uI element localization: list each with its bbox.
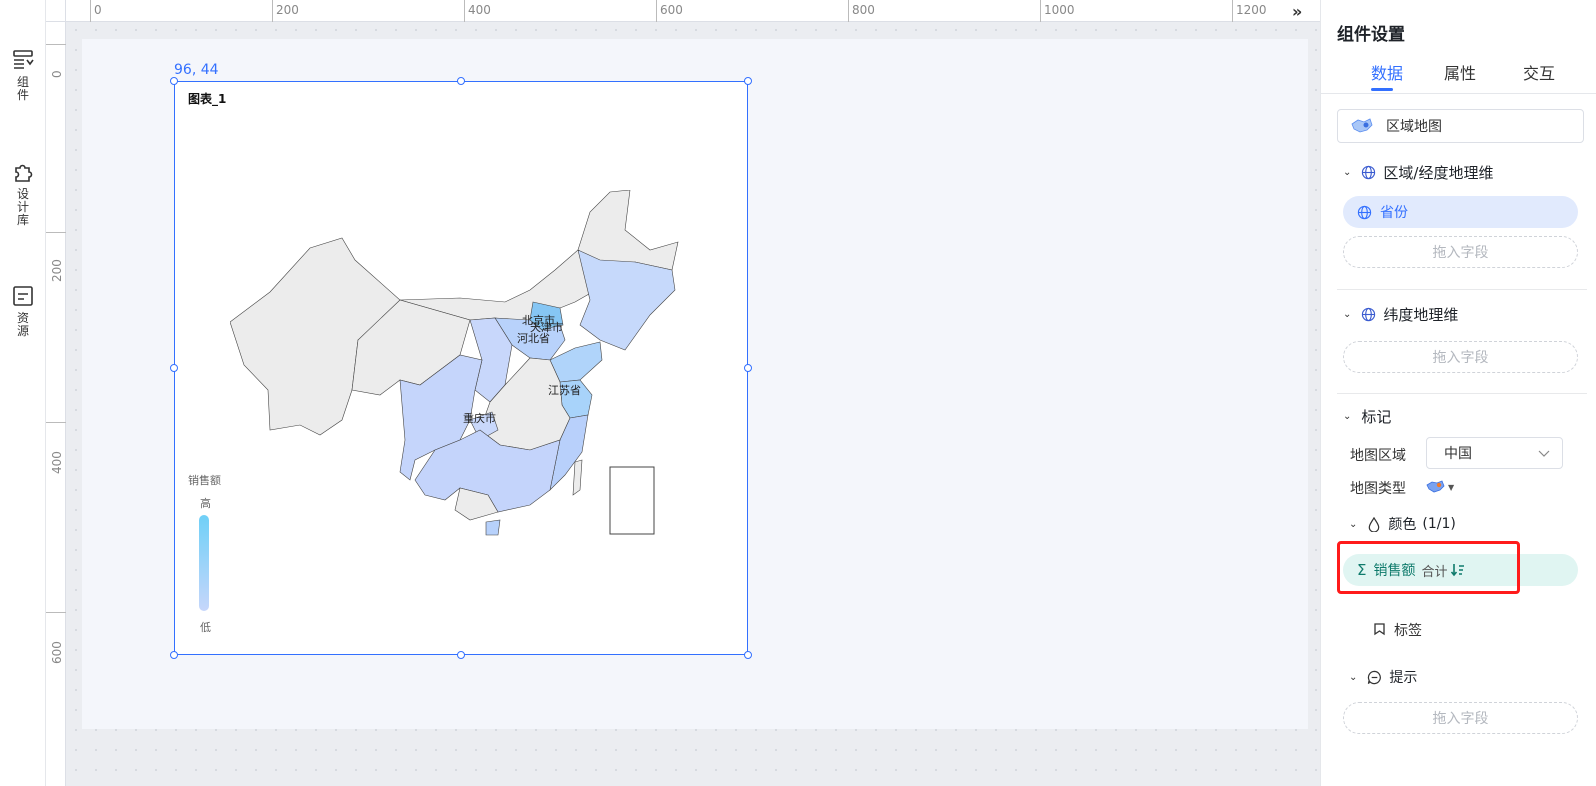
resize-handle[interactable] xyxy=(170,77,178,85)
ruler-x-label: 800 xyxy=(852,3,875,17)
sort-descending-icon[interactable] xyxy=(1450,563,1465,577)
droplet-icon xyxy=(1369,516,1380,532)
chevron-down-icon: ⌄ xyxy=(1349,518,1358,530)
rail-item-resources[interactable]: 资源 xyxy=(0,284,46,338)
map-region-label: 地图区域 xyxy=(1350,448,1406,464)
map-type-picker[interactable]: ▼ xyxy=(1426,479,1454,495)
globe-icon xyxy=(1362,307,1376,322)
map-label: 江苏省 xyxy=(548,384,581,397)
ruler-x-label: 600 xyxy=(660,3,683,17)
section-latitude-header[interactable]: ⌄ 纬度地理维 xyxy=(1343,304,1458,325)
bookmark-icon xyxy=(1374,622,1385,635)
resize-handle[interactable] xyxy=(457,651,465,659)
color-label: 颜色 xyxy=(1388,517,1417,533)
region-field-label: 省份 xyxy=(1380,205,1408,221)
resize-handle[interactable] xyxy=(744,651,752,659)
globe-icon xyxy=(1357,205,1372,219)
chevron-down-icon: ⌄ xyxy=(1343,167,1352,178)
map-region-select[interactable]: 中国 xyxy=(1426,437,1563,469)
section-latitude-title: 纬度地理维 xyxy=(1383,306,1459,324)
rail-item-design-library[interactable]: 设计库 xyxy=(0,160,46,227)
dropzone-latitude[interactable]: 拖入字段 xyxy=(1343,341,1578,373)
chart-type-selector[interactable]: 区域地图 xyxy=(1337,109,1584,143)
ruler-y-label: 600 xyxy=(50,641,64,664)
tab-properties[interactable]: 属性 xyxy=(1444,60,1476,84)
tooltip-section-header[interactable]: ⌄ 提示 xyxy=(1349,667,1417,687)
dropzone-tooltip[interactable]: 拖入字段 xyxy=(1343,702,1578,734)
section-region-header[interactable]: ⌄ 区域/经度地理维 xyxy=(1343,162,1493,183)
caret-down-icon: ▼ xyxy=(1448,482,1455,492)
components-icon xyxy=(13,50,34,69)
color-count: (1/1) xyxy=(1422,516,1456,532)
chevron-down-icon: ⌄ xyxy=(1343,411,1352,422)
map-region-value: 中国 xyxy=(1444,446,1472,462)
chart-type-label: 区域地图 xyxy=(1386,119,1442,135)
measure-agg-label: 合计 xyxy=(1421,564,1448,580)
map-chart-icon xyxy=(1351,118,1373,133)
legend-gradient[interactable] xyxy=(199,515,209,611)
region-field-pill[interactable]: 省份 xyxy=(1343,196,1578,228)
chevron-down-icon: ⌄ xyxy=(1343,309,1352,320)
sigma-icon: Σ xyxy=(1357,561,1367,579)
panel-title: 组件设置 xyxy=(1337,25,1405,45)
rail-item-components[interactable]: 组件 xyxy=(0,48,46,102)
map-label: 河北省 xyxy=(517,332,550,345)
globe-icon xyxy=(1362,165,1376,180)
label-mark-item[interactable]: 标签 xyxy=(1373,620,1422,640)
active-tab-indicator xyxy=(1371,88,1393,91)
resize-handle[interactable] xyxy=(744,364,752,372)
ruler-x-label: 0 xyxy=(94,3,102,17)
legend-low-label: 低 xyxy=(200,621,211,634)
legend-high-label: 高 xyxy=(200,497,211,510)
map-label: 重庆市 xyxy=(463,411,496,425)
resize-handle[interactable] xyxy=(457,77,465,85)
ruler-x-label: 1000 xyxy=(1044,3,1075,17)
color-subsection-header[interactable]: ⌄ 颜色 (1/1) xyxy=(1349,514,1456,534)
chevron-down-icon xyxy=(1538,450,1550,457)
ruler-top: 0 200 400 600 800 1000 1200 xyxy=(66,0,1320,22)
dropzone-region[interactable]: 拖入字段 xyxy=(1343,236,1578,268)
chart-title: 图表_1 xyxy=(188,92,227,106)
map-type-label: 地图类型 xyxy=(1350,481,1406,497)
label-mark-text: 标签 xyxy=(1394,623,1422,639)
tooltip-section-title: 提示 xyxy=(1389,670,1418,686)
section-mark-header[interactable]: ⌄ 标记 xyxy=(1343,406,1391,427)
ruler-x-label: 1200 xyxy=(1236,3,1267,17)
collapse-panel-button[interactable]: » xyxy=(1292,2,1302,21)
legend-title: 销售额 xyxy=(188,474,221,487)
section-region-title: 区域/经度地理维 xyxy=(1383,164,1494,182)
divider xyxy=(1337,393,1587,394)
resize-handle[interactable] xyxy=(170,651,178,659)
divider xyxy=(1337,289,1587,290)
ruler-y-label: 200 xyxy=(50,259,64,282)
ruler-y-label: 400 xyxy=(50,451,64,474)
ruler-left: 0 200 400 600 xyxy=(46,22,66,786)
ruler-corner xyxy=(46,0,66,22)
section-mark-title: 标记 xyxy=(1361,408,1392,426)
ruler-x-label: 400 xyxy=(468,3,491,17)
resource-icon xyxy=(13,286,33,306)
map-region-hainan xyxy=(485,519,501,536)
tabs-divider xyxy=(1320,93,1596,94)
ruler-x-label: 200 xyxy=(276,3,299,17)
rail-label-design-library: 设计库 xyxy=(16,187,29,227)
chevron-down-icon: ⌄ xyxy=(1349,671,1358,683)
puzzle-icon xyxy=(15,164,33,182)
tab-data[interactable]: 数据 xyxy=(1371,60,1403,84)
map-region-taiwan xyxy=(572,459,583,496)
rail-label-components: 组件 xyxy=(16,75,29,102)
measure-field-pill[interactable]: Σ 销售额 合计 xyxy=(1343,554,1578,586)
resize-handle[interactable] xyxy=(744,77,752,85)
measure-field-label: 销售额 xyxy=(1373,563,1416,579)
resize-handle[interactable] xyxy=(170,364,178,372)
tab-interaction[interactable]: 交互 xyxy=(1523,60,1555,84)
left-rail: 组件 设计库 资源 xyxy=(0,0,46,786)
china-map: 北京市 天津市 河北省 江苏省 重庆市 xyxy=(230,190,679,536)
position-readout: 96, 44 xyxy=(174,62,219,78)
chat-icon xyxy=(1368,670,1382,684)
map-chart-icon xyxy=(1426,480,1445,493)
rail-label-resources: 资源 xyxy=(16,311,29,338)
ruler-y-label: 0 xyxy=(50,70,64,78)
